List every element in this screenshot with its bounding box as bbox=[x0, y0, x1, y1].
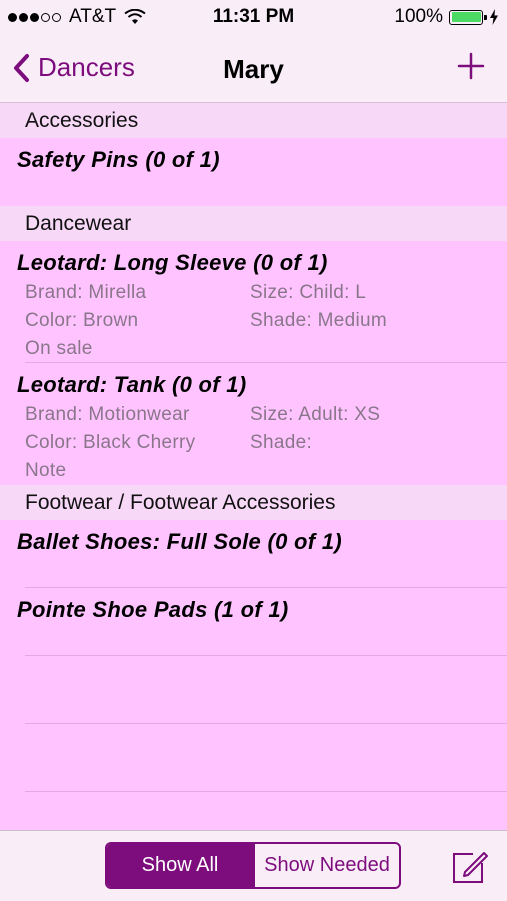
item-details: Brand: Motionwear Size: Adult: XS Color:… bbox=[17, 404, 507, 482]
item-title: Leotard: Tank (0 of 1) bbox=[17, 372, 247, 397]
list-item[interactable]: Pointe Shoe Pads (1 of 1) bbox=[0, 588, 507, 656]
item-title: Leotard: Long Sleeve (0 of 1) bbox=[17, 250, 328, 275]
item-size: Size: Adult: XS bbox=[250, 404, 381, 425]
item-color: Color: Brown bbox=[25, 310, 139, 331]
filter-segmented-control: Show All Show Needed bbox=[105, 842, 401, 889]
item-note: On sale bbox=[25, 338, 93, 359]
item-brand: Brand: Mirella bbox=[25, 282, 147, 303]
battery-percentage: 100% bbox=[394, 6, 443, 27]
item-brand: Brand: Motionwear bbox=[25, 404, 190, 425]
empty-row bbox=[0, 724, 507, 792]
battery-level bbox=[451, 12, 481, 22]
list-item[interactable]: Safety Pins (0 of 1) bbox=[0, 138, 507, 206]
item-note: Note bbox=[25, 460, 67, 481]
item-title: Pointe Shoe Pads (1 of 1) bbox=[17, 597, 289, 622]
section-header-accessories: Accessories bbox=[0, 103, 507, 138]
bottom-toolbar: Show All Show Needed bbox=[0, 830, 507, 901]
compose-icon[interactable] bbox=[451, 849, 489, 885]
item-shade: Shade: Medium bbox=[250, 310, 387, 331]
item-title: Safety Pins (0 of 1) bbox=[17, 147, 220, 172]
list-item[interactable]: Ballet Shoes: Full Sole (0 of 1) bbox=[0, 520, 507, 588]
empty-row bbox=[0, 656, 507, 724]
section-header-dancewear: Dancewear bbox=[0, 206, 507, 241]
item-shade: Shade: bbox=[250, 432, 313, 453]
page-title: Mary bbox=[223, 54, 284, 84]
status-right: 100% bbox=[394, 6, 499, 28]
show-needed-button[interactable]: Show Needed bbox=[253, 844, 399, 887]
status-bar: AT&T 11:31 PM 100% bbox=[0, 0, 507, 34]
list-item[interactable]: Leotard: Tank (0 of 1) Brand: Motionwear… bbox=[0, 363, 507, 485]
item-size: Size: Child: L bbox=[250, 282, 367, 303]
section-header-footwear: Footwear / Footwear Accessories bbox=[0, 485, 507, 520]
add-icon[interactable] bbox=[457, 52, 485, 80]
navigation-bar: Dancers Mary bbox=[0, 34, 507, 103]
item-color: Color: Black Cherry bbox=[25, 432, 196, 453]
item-title: Ballet Shoes: Full Sole (0 of 1) bbox=[17, 529, 342, 554]
list-item[interactable]: Leotard: Long Sleeve (0 of 1) Brand: Mir… bbox=[0, 241, 507, 363]
row-separator bbox=[25, 791, 507, 792]
items-list: Accessories Safety Pins (0 of 1) Dancewe… bbox=[0, 103, 507, 830]
item-details: Brand: Mirella Size: Child: L Color: Bro… bbox=[17, 282, 507, 360]
show-all-button[interactable]: Show All bbox=[107, 844, 253, 887]
charging-bolt-icon bbox=[490, 9, 498, 25]
battery-icon bbox=[449, 9, 487, 25]
